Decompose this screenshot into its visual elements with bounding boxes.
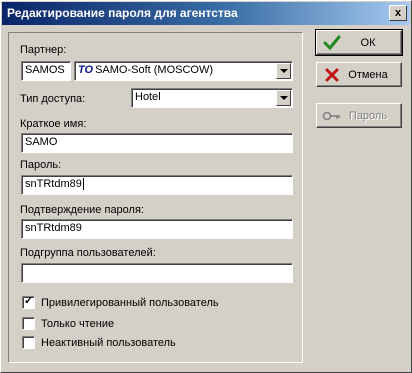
close-icon: x <box>394 6 402 19</box>
access-type-label: Тип доступа: <box>20 93 86 105</box>
password-button-label: Пароль <box>348 109 388 122</box>
read-only-checkbox[interactable]: Только чтение <box>22 317 114 330</box>
partner-name: SAMO-Soft (MOSCOW) <box>95 64 214 76</box>
checkmark-icon <box>321 35 343 51</box>
privileged-user-checkbox[interactable]: Привилегированный пользователь <box>22 294 219 309</box>
dialog-window: Редактирование пароля для агентства x Па… <box>0 0 412 373</box>
confirm-password-label: Подтверждение пароля: <box>20 204 144 216</box>
short-name-value: SAMO <box>25 136 58 148</box>
password-label: Пароль: <box>20 159 62 171</box>
partner-code-value: SAMOS <box>25 64 65 76</box>
privileged-user-label: Привилегированный пользователь <box>41 296 219 309</box>
ok-button-label: ОК <box>360 36 376 49</box>
cancel-button-label: Отмена <box>348 68 388 81</box>
password-value: snTRtdm89 <box>25 178 82 190</box>
partner-select-value: TO SAMO-Soft (MOSCOW) <box>78 64 213 76</box>
confirm-password-input[interactable]: snTRtdm89 <box>21 219 293 239</box>
key-icon <box>321 108 343 124</box>
privileged-user-checkbox-box[interactable] <box>22 294 35 309</box>
title-bar[interactable]: Редактирование пароля для агентства x <box>2 2 410 25</box>
password-button[interactable]: Пароль <box>316 103 402 128</box>
partner-dropdown-arrow-icon[interactable] <box>276 63 291 79</box>
partner-select[interactable]: TO SAMO-Soft (MOSCOW) <box>74 61 293 81</box>
inactive-user-checkbox[interactable]: Неактивный пользователь <box>22 336 176 349</box>
partner-code-input[interactable]: SAMOS <box>21 61 71 81</box>
read-only-label: Только чтение <box>41 317 115 330</box>
access-type-value: Hotel <box>135 91 161 103</box>
partner-label: Партнер: <box>20 44 67 56</box>
access-type-dropdown-arrow-icon[interactable] <box>276 90 291 106</box>
short-name-input[interactable]: SAMO <box>21 133 293 153</box>
partner-logo: TO <box>78 64 94 76</box>
close-button[interactable]: x <box>389 5 407 21</box>
inactive-user-checkbox-box[interactable] <box>22 336 35 349</box>
short-name-label: Краткое имя: <box>20 118 87 130</box>
window-title: Редактирование пароля для агентства <box>7 6 238 20</box>
ok-button[interactable]: ОК <box>315 29 403 56</box>
subgroup-label: Подгруппа пользователей: <box>20 247 156 259</box>
access-type-select[interactable]: Hotel <box>131 88 293 108</box>
confirm-password-value: snTRtdm89 <box>25 222 82 234</box>
x-icon <box>321 67 343 83</box>
password-input[interactable]: snTRtdm89 <box>21 175 293 195</box>
subgroup-input[interactable] <box>21 263 293 283</box>
cancel-button[interactable]: Отмена <box>316 62 402 87</box>
text-caret <box>82 178 84 190</box>
read-only-checkbox-box[interactable] <box>22 317 35 330</box>
form-panel <box>8 32 303 363</box>
inactive-user-label: Неактивный пользователь <box>41 336 176 349</box>
